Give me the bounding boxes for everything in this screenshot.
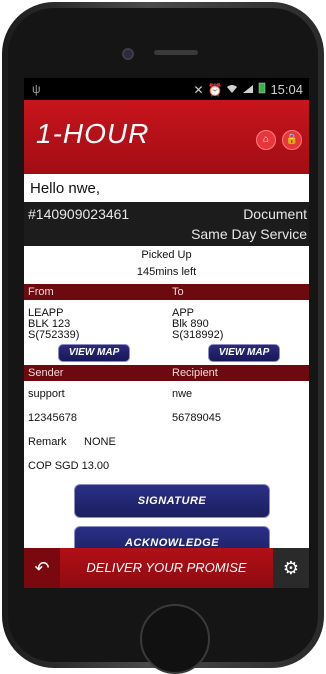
order-summary: #140909023461 Document Same Day Service xyxy=(24,202,309,246)
app-title: 1-HOUR xyxy=(36,118,150,149)
status-bar: ψ ✕ ⏰ 15:04 xyxy=(24,78,309,100)
mute-icon: ✕ xyxy=(193,82,204,97)
app-screen: ψ ✕ ⏰ 15:04 1-HOUR ⌂ 🔒 Hello nwe, #14090… xyxy=(24,78,309,588)
cop-amount: COP SGD 13.00 xyxy=(28,460,110,472)
battery-icon xyxy=(258,82,266,97)
camera-icon xyxy=(122,48,134,60)
from-label: From xyxy=(28,286,54,298)
home-button[interactable] xyxy=(140,604,210,674)
wifi-icon xyxy=(226,83,238,97)
from-postal: S(752339) xyxy=(28,329,80,341)
service-type: Same Day Service xyxy=(191,226,307,242)
speaker-grille xyxy=(154,50,198,55)
remark-label: Remark xyxy=(28,436,67,448)
order-type: Document xyxy=(243,206,307,222)
status-time: 15:04 xyxy=(270,82,303,97)
greeting-bar: Hello nwe, xyxy=(24,174,309,202)
view-map-to-button[interactable]: VIEW MAP xyxy=(208,344,280,362)
time-left: 145mins left xyxy=(136,266,197,278)
gear-icon[interactable]: ⚙ xyxy=(273,548,309,588)
greeting-text: Hello nwe, xyxy=(30,180,101,197)
alarm-icon: ⏰ xyxy=(207,82,223,97)
sender-phone: 12345678 xyxy=(28,412,77,424)
parties-header: Sender Recipient xyxy=(24,365,309,381)
order-status: Picked Up xyxy=(141,249,192,261)
bottom-bar: ↶ DELIVER YOUR PROMISE ⚙ xyxy=(24,548,309,588)
sender-label: Sender xyxy=(28,367,64,379)
to-postal: S(318992) xyxy=(172,329,224,341)
back-arrow-icon[interactable]: ↶ xyxy=(24,548,60,588)
recipient-name: nwe xyxy=(172,388,193,400)
signature-button[interactable]: SIGNATURE xyxy=(74,484,270,518)
signal-icon xyxy=(242,83,254,97)
usb-icon: ψ xyxy=(32,82,41,96)
order-id: #140909023461 xyxy=(28,206,130,222)
lock-icon[interactable]: 🔒 xyxy=(282,130,302,150)
recipient-phone: 56789045 xyxy=(172,412,221,424)
view-map-from-button[interactable]: VIEW MAP xyxy=(58,344,130,362)
slogan: DELIVER YOUR PROMISE xyxy=(86,560,247,575)
to-label: To xyxy=(172,286,184,298)
app-header: 1-HOUR ⌂ 🔒 xyxy=(24,100,309,174)
remark-value: NONE xyxy=(84,436,116,448)
from-to-header: From To xyxy=(24,284,309,300)
home-icon[interactable]: ⌂ xyxy=(256,130,276,150)
sender-name: support xyxy=(28,388,65,400)
recipient-label: Recipient xyxy=(172,367,218,379)
status-icons: ✕ ⏰ 15:04 xyxy=(193,82,303,97)
